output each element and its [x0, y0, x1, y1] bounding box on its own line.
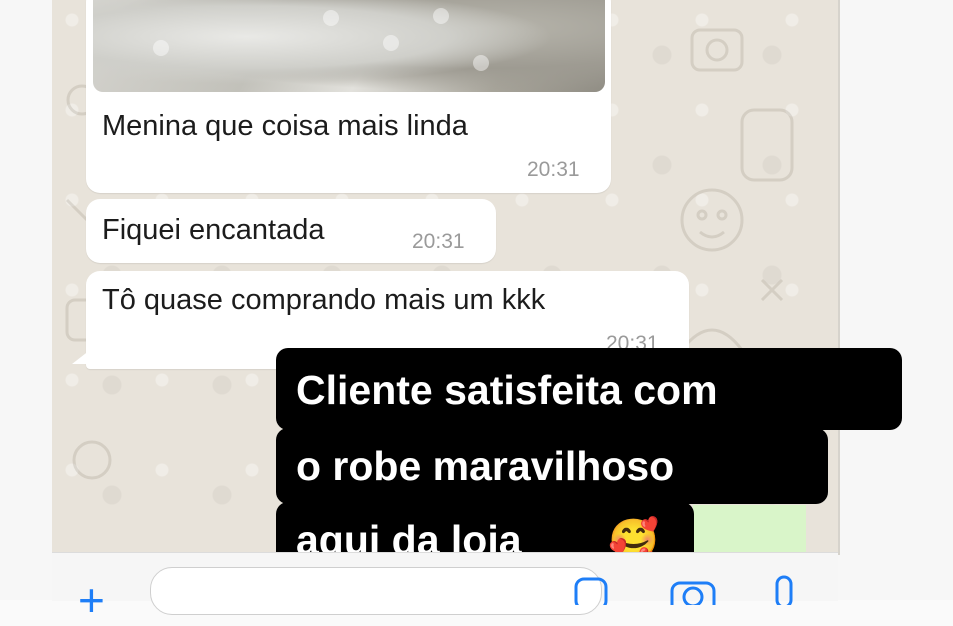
caption-text-2: o robe maravilhoso: [296, 443, 675, 489]
message-time: 20:31: [527, 158, 580, 181]
microphone-icon[interactable]: [764, 575, 804, 605]
message-time: 20:31: [412, 230, 465, 253]
message-text: Fiquei encantada: [102, 214, 325, 246]
caption-text-1: Cliente satisfeita com: [296, 367, 718, 413]
message-photo[interactable]: [93, 0, 605, 92]
message-text: Menina que coisa mais linda: [102, 110, 468, 142]
left-margin: [0, 0, 52, 600]
outgoing-bubble-partial: [693, 505, 806, 552]
story-caption-line: o robe maravilhoso: [276, 428, 828, 504]
camera-icon[interactable]: [668, 575, 718, 605]
bubble-tail: [72, 350, 90, 364]
sticker-icon[interactable]: [572, 575, 612, 605]
story-caption-line: Cliente satisfeita com: [276, 348, 902, 430]
message-text: Tô quase comprando mais um kkk: [102, 284, 546, 316]
right-margin: [838, 0, 953, 600]
plus-icon[interactable]: +: [78, 577, 105, 623]
message-input-bar: +: [52, 552, 838, 623]
message-input[interactable]: [150, 567, 602, 615]
